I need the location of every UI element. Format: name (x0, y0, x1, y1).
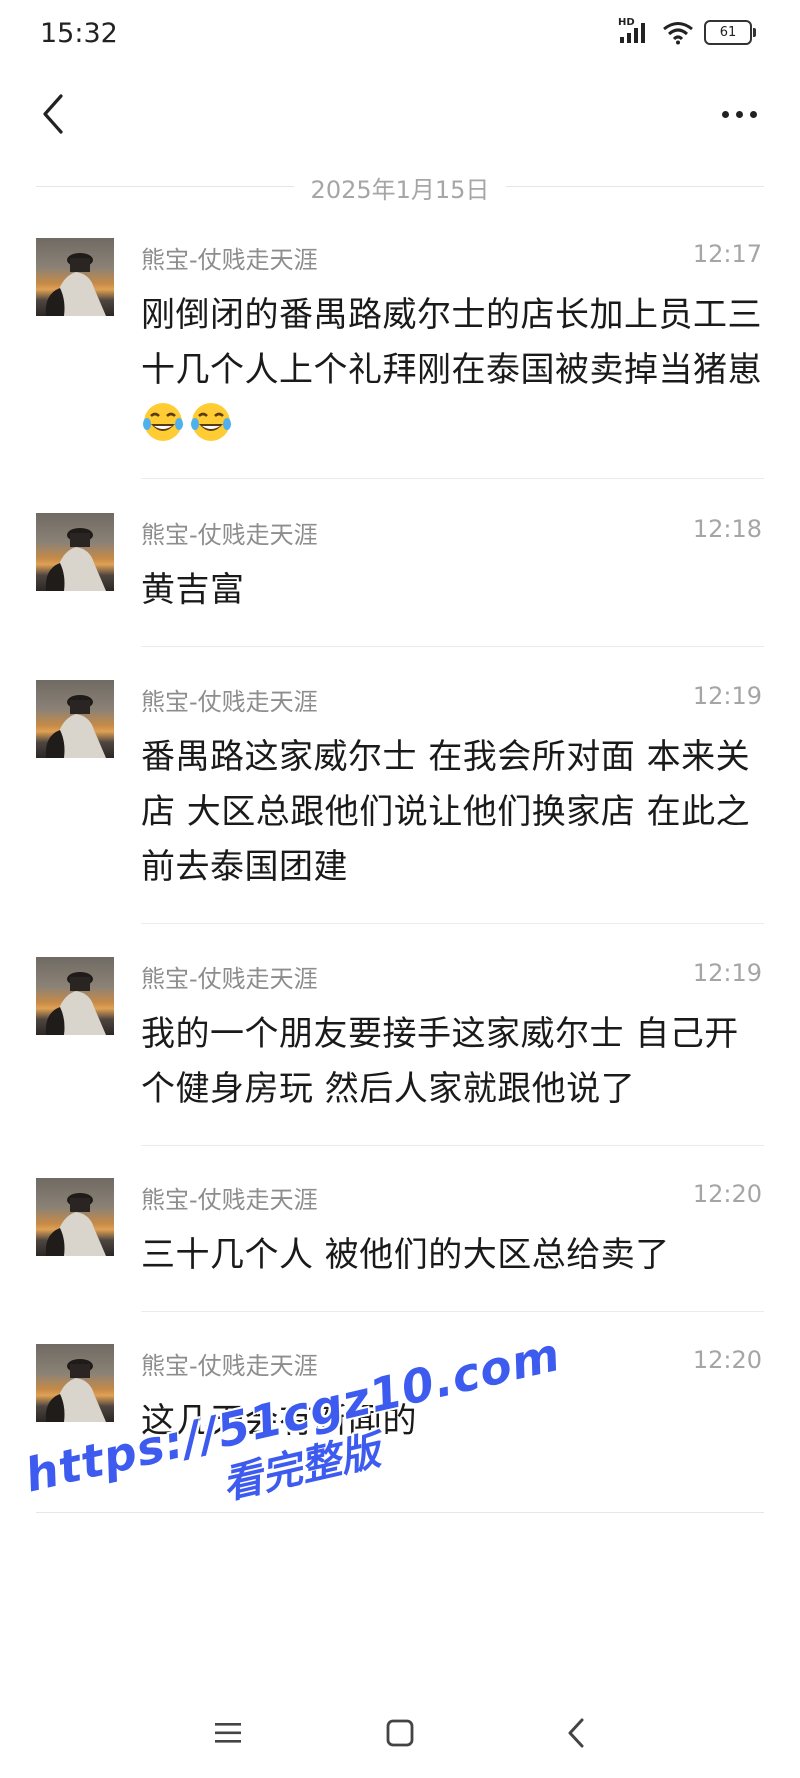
more-options-button[interactable] (704, 86, 774, 142)
message-text[interactable]: 三十几个人 被他们的大区总给卖了 (141, 1228, 771, 1283)
avatar[interactable] (36, 1344, 114, 1422)
sender-name: 熊宝-仗贱走天涯 (141, 1186, 318, 1214)
message-time: 12:19 (692, 682, 762, 710)
recent-apps-button[interactable] (198, 1708, 258, 1758)
message-time: 12:18 (692, 515, 762, 543)
date-divider-text: 2025年1月15日 (310, 176, 490, 204)
system-back-button[interactable] (546, 1708, 606, 1758)
message-text[interactable]: 我的一个朋友要接手这家威尔士 自己开个健身房玩 然后人家就跟他说了 (141, 1007, 771, 1117)
menu-icon (215, 1723, 241, 1743)
tears-of-joy-emoji (141, 400, 185, 444)
avatar[interactable] (36, 238, 114, 316)
sender-name: 熊宝-仗贱走天涯 (141, 246, 318, 274)
message-time: 12:19 (692, 959, 762, 987)
cellular-signal-icon: HD (618, 17, 652, 45)
sender-name: 熊宝-仗贱走天涯 (141, 688, 318, 716)
sender-name: 熊宝-仗贱走天涯 (141, 965, 318, 993)
back-button[interactable] (26, 86, 82, 142)
message-time: 12:17 (692, 240, 762, 268)
back-triangle-icon (568, 1718, 584, 1748)
sender-name: 熊宝-仗贱走天涯 (141, 521, 318, 549)
avatar[interactable] (36, 680, 114, 758)
date-divider: 2025年1月15日 (36, 170, 764, 204)
message-text-body: 刚倒闭的番禺路威尔士的店长加上员工三十几个人上个礼拜刚在泰国被卖掉当猪崽 (141, 295, 762, 390)
status-icons: HD 61 (618, 17, 756, 45)
system-nav-bar (0, 1688, 800, 1778)
message-separator (141, 923, 764, 924)
avatar[interactable] (36, 513, 114, 591)
chevron-left-icon (43, 94, 63, 134)
message-text[interactable]: 刚倒闭的番禺路威尔士的店长加上员工三十几个人上个礼拜刚在泰国被卖掉当猪崽 (141, 288, 771, 453)
message-text[interactable]: 黄吉富 (141, 563, 771, 618)
message-separator (141, 1311, 764, 1312)
status-time: 15:32 (40, 18, 118, 49)
message-text[interactable]: 番禺路这家威尔士 在我会所对面 本来关店 大区总跟他们说让他们换家店 在此之前去… (141, 730, 771, 895)
home-button[interactable] (370, 1708, 430, 1758)
wifi-icon (662, 21, 694, 45)
tears-of-joy-emoji (189, 400, 233, 444)
message-time: 12:20 (692, 1346, 762, 1374)
more-horizontal-icon (721, 110, 757, 118)
battery-icon: 61 (704, 20, 756, 45)
message-separator (141, 1145, 764, 1146)
message-time: 12:20 (692, 1180, 762, 1208)
avatar[interactable] (36, 957, 114, 1035)
status-bar: 15:32 HD 61 (0, 0, 800, 70)
home-square-icon (386, 1719, 414, 1747)
sender-name: 熊宝-仗贱走天涯 (141, 1352, 318, 1380)
avatar[interactable] (36, 1178, 114, 1256)
message-separator (141, 646, 764, 647)
message-separator (141, 478, 764, 479)
